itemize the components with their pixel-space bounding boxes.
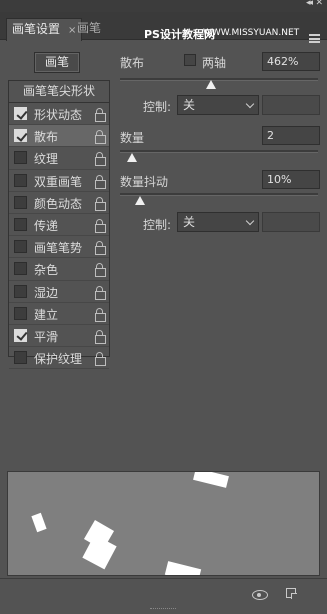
- lock-icon[interactable]: [95, 174, 106, 189]
- brush-option-label: 保护纹理: [34, 352, 83, 367]
- brush-dab: [164, 561, 202, 575]
- checkbox-icon[interactable]: [14, 240, 27, 254]
- scatter-control-label: 控制:: [143, 100, 172, 114]
- both-axes-label: 两轴: [202, 56, 227, 70]
- brush-options-list: 画笔笔尖形状 形状动态散布纹理双重画笔颜色动态传递画笔笔势杂色湿边建立平滑保护纹…: [8, 80, 110, 370]
- collapse-panel-icon[interactable]: ◂◂: [306, 0, 313, 8]
- lock-icon[interactable]: [95, 329, 106, 344]
- checkbox-icon[interactable]: [14, 262, 27, 276]
- count-jitter-value-field[interactable]: 10%: [262, 170, 320, 189]
- menu-icon[interactable]: [309, 34, 320, 43]
- scatter-control-field: [262, 95, 320, 115]
- count-jitter-control-label: 控制:: [143, 218, 172, 232]
- close-panel-icon[interactable]: ✕: [315, 0, 323, 8]
- count-jitter-slider-thumb[interactable]: [134, 196, 145, 205]
- brush-option-label: 传递: [34, 218, 59, 233]
- lock-icon[interactable]: [95, 196, 106, 211]
- lock-icon[interactable]: [95, 307, 106, 322]
- lock-icon[interactable]: [95, 352, 106, 367]
- count-value-field[interactable]: 2: [262, 126, 320, 145]
- new-preset-icon[interactable]: [286, 588, 297, 599]
- brush-option-item[interactable]: 纹理: [9, 147, 109, 170]
- both-axes-checkbox[interactable]: [184, 54, 196, 66]
- brush-option-item[interactable]: 湿边: [9, 281, 109, 303]
- brush-option-label: 纹理: [34, 152, 59, 167]
- lock-icon[interactable]: [95, 241, 106, 256]
- brush-option-item[interactable]: 形状动态: [9, 103, 109, 126]
- checkbox-icon[interactable]: [14, 195, 27, 209]
- resize-grip[interactable]: [150, 608, 176, 611]
- eye-icon[interactable]: [252, 590, 268, 600]
- brush-option-item[interactable]: 散布: [9, 125, 109, 148]
- brush-dab: [31, 512, 47, 533]
- lock-icon[interactable]: [95, 130, 106, 145]
- brush-option-item[interactable]: 建立: [9, 303, 109, 325]
- lock-icon[interactable]: [95, 263, 106, 278]
- count-jitter-slider-track[interactable]: [120, 193, 318, 196]
- brush-presets-button[interactable]: 画笔: [34, 52, 80, 73]
- brush-option-item[interactable]: 颜色动态: [9, 192, 109, 214]
- brush-option-label: 颜色动态: [34, 196, 83, 211]
- count-slider-track[interactable]: [120, 150, 318, 153]
- chevron-down-icon: [245, 99, 255, 109]
- brush-option-item[interactable]: 画笔笔势: [9, 236, 109, 259]
- tab-bar: 画笔设置 × 画笔 PS设计教程网 WWW.MISSYUAN.NET: [0, 12, 327, 43]
- tab-brushes[interactable]: 画笔: [72, 18, 106, 40]
- scatter-slider-thumb[interactable]: [206, 80, 217, 89]
- brush-option-item[interactable]: 平滑: [9, 325, 109, 348]
- count-label: 数量: [120, 131, 145, 145]
- checkbox-icon[interactable]: [14, 351, 27, 365]
- brush-option-label: 散布: [34, 130, 59, 145]
- brush-option-label: 平滑: [34, 329, 59, 344]
- brush-option-label: 湿边: [34, 285, 59, 300]
- brush-option-item[interactable]: 传递: [9, 214, 109, 237]
- checkbox-icon[interactable]: [14, 173, 27, 187]
- checkbox-icon[interactable]: [14, 151, 27, 165]
- brush-option-label: 杂色: [34, 263, 59, 278]
- checkbox-icon[interactable]: [14, 284, 27, 298]
- brush-option-label: 画笔笔势: [34, 241, 83, 256]
- count-jitter-control-value: 关: [183, 215, 196, 229]
- brush-option-label: 建立: [34, 307, 59, 322]
- brush-option-item[interactable]: 双重画笔: [9, 170, 109, 192]
- scatter-control-value: 关: [183, 98, 196, 112]
- brush-option-label: 形状动态: [34, 108, 83, 122]
- checkbox-icon[interactable]: [14, 107, 27, 120]
- panel-footer: [0, 578, 327, 614]
- lock-icon[interactable]: [95, 152, 106, 167]
- tab-brush-settings[interactable]: 画笔设置 ×: [6, 18, 83, 41]
- count-jitter-label: 数量抖动: [120, 175, 169, 189]
- scatter-slider-track[interactable]: [120, 78, 318, 81]
- scatter-label: 散布: [120, 56, 145, 70]
- brush-option-item[interactable]: 保护纹理: [9, 347, 109, 370]
- brush-tip-shape-item[interactable]: 画笔笔尖形状: [9, 81, 109, 103]
- checkbox-icon[interactable]: [14, 328, 27, 342]
- checkbox-icon[interactable]: [14, 306, 27, 320]
- count-jitter-control-field: [262, 212, 320, 232]
- tab-brush-settings-label: 画笔设置: [12, 22, 61, 36]
- lock-icon[interactable]: [95, 108, 106, 122]
- brush-option-item[interactable]: 杂色: [9, 258, 109, 281]
- count-jitter-control-select[interactable]: 关: [177, 212, 259, 232]
- panel-title-strip: ◂◂ ✕: [0, 0, 327, 12]
- brush-dab: [193, 472, 229, 488]
- checkbox-icon[interactable]: [14, 129, 27, 143]
- chevron-down-icon: [245, 216, 255, 226]
- checkbox-icon[interactable]: [14, 217, 27, 231]
- scatter-value-field[interactable]: 462%: [262, 52, 320, 71]
- lock-icon[interactable]: [95, 285, 106, 300]
- brush-stroke-preview: [7, 471, 320, 576]
- lock-icon[interactable]: [95, 218, 106, 233]
- brush-option-label: 双重画笔: [34, 174, 83, 189]
- count-slider-thumb[interactable]: [126, 153, 137, 162]
- watermark-url: WWW.MISSYUAN.NET: [203, 28, 300, 38]
- tab-brushes-label: 画笔: [77, 21, 102, 35]
- scatter-control-select[interactable]: 关: [177, 95, 259, 115]
